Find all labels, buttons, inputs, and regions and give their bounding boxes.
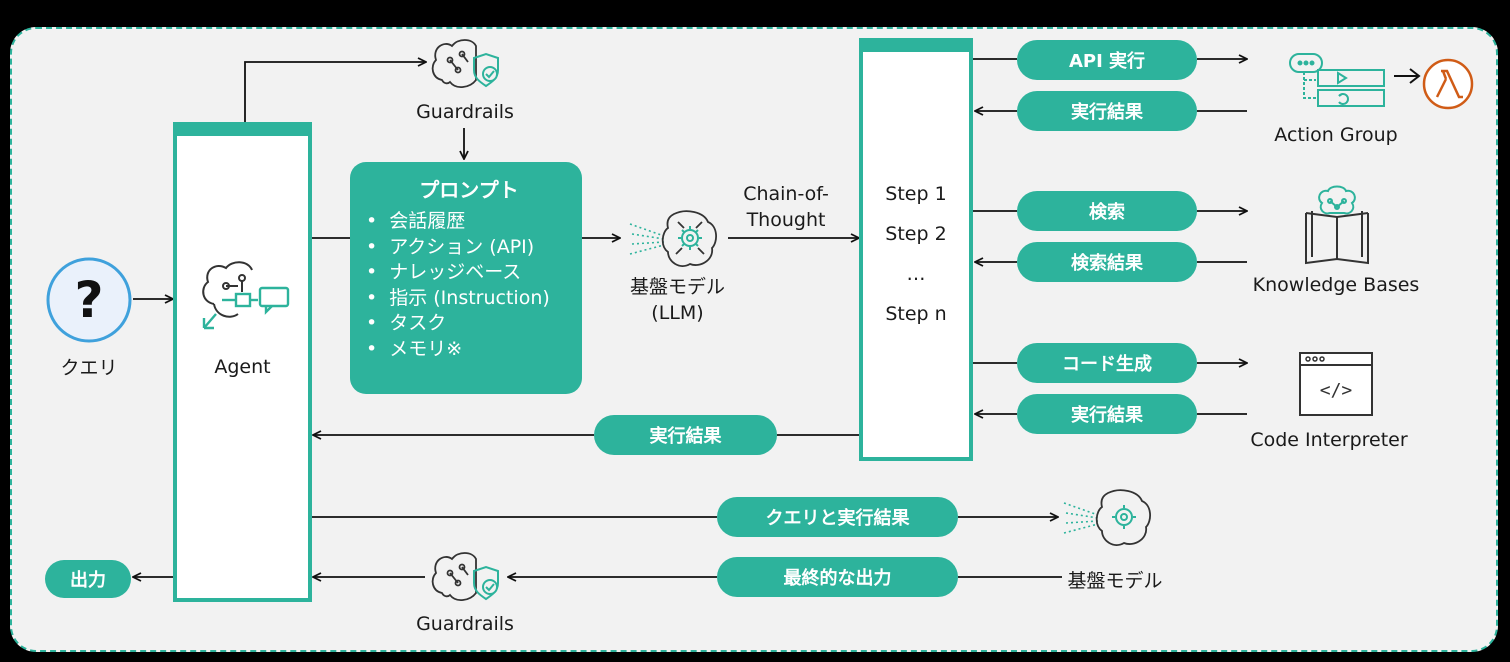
llm-label-line1: 基盤モデル: [629, 276, 725, 298]
agent-icon: [202, 261, 290, 330]
search-pill: 検索: [1017, 191, 1197, 231]
knowledge-bases-label: Knowledge Bases: [1252, 274, 1420, 296]
agent-label: Agent: [214, 356, 271, 378]
prompt-item-knowledge: ナレッジベース: [366, 260, 572, 286]
code-interpreter-label: Code Interpreter: [1250, 429, 1408, 451]
output-pill: 出力: [45, 560, 131, 598]
foundation-model-icon: [1063, 489, 1151, 546]
prompt-title: プロンプト: [419, 178, 519, 202]
query-and-result-pill: クエリと実行結果: [717, 497, 958, 537]
prompt-list: 会話履歴 アクション (API) ナレッジベース 指示 (Instruction…: [366, 209, 572, 362]
prompt-item-instruction: 指示 (Instruction): [366, 286, 572, 312]
step-1: Step 1: [885, 183, 947, 205]
cot-line2: Thought: [746, 209, 826, 231]
diagram-canvas: ? クエリ Agent Guardrails プロンプト • 会話履歴 • アク…: [0, 0, 1510, 662]
action-group-icon: [1289, 53, 1385, 107]
cot-label: Chain-of- Thought: [728, 181, 844, 233]
step-2: Step 2: [885, 223, 947, 245]
question-symbol: ?: [74, 271, 103, 329]
api-exec-pill: API 実行: [1017, 40, 1197, 80]
arrow-to-lambda: [1394, 68, 1421, 84]
llm-label: 基盤モデル (LLM): [610, 274, 745, 326]
guardrails-icon-top: [431, 39, 499, 88]
steps-list: Step 1 Step 2 … Step n: [861, 180, 971, 340]
knowledge-base-icon: [1305, 185, 1369, 265]
code-icon-text: </>: [1320, 380, 1353, 401]
guardrails-icon-bottom: [431, 552, 499, 601]
guardrails-top-label: Guardrails: [416, 101, 514, 123]
cot-line1: Chain-of-: [743, 183, 829, 205]
query-label: クエリ: [60, 357, 118, 379]
step-n: Step n: [885, 303, 947, 325]
code-interpreter-icon: </>: [1299, 352, 1373, 416]
code-gen-pill: コード生成: [1017, 343, 1197, 383]
search-result-pill: 検索結果: [1017, 242, 1197, 282]
arrow-agent-to-guardrails: [244, 62, 426, 122]
action-group-label: Action Group: [1274, 124, 1398, 146]
exec-result-pill-1: 実行結果: [1017, 91, 1197, 131]
exec-result-back-pill: 実行結果: [594, 415, 777, 455]
question-icon: ?: [46, 257, 132, 343]
prompt-box: プロンプト 会話履歴 アクション (API) ナレッジベース 指示 (Instr…: [350, 162, 582, 394]
llm-label-line2: (LLM): [651, 302, 704, 324]
lambda-icon: [1422, 58, 1474, 110]
llm-icon: [629, 210, 717, 267]
final-output-pill: 最終的な出力: [717, 557, 958, 597]
prompt-item-action: アクション (API): [366, 235, 572, 261]
prompt-item-memory: メモリ※: [366, 337, 572, 363]
foundation-model-label: 基盤モデル: [1067, 570, 1163, 592]
prompt-item-task: タスク: [366, 311, 572, 337]
prompt-item-history: 会話履歴: [366, 209, 572, 235]
exec-result-pill-2: 実行結果: [1017, 394, 1197, 434]
step-ellipsis: …: [906, 263, 926, 285]
guardrails-bottom-label: Guardrails: [416, 613, 514, 635]
